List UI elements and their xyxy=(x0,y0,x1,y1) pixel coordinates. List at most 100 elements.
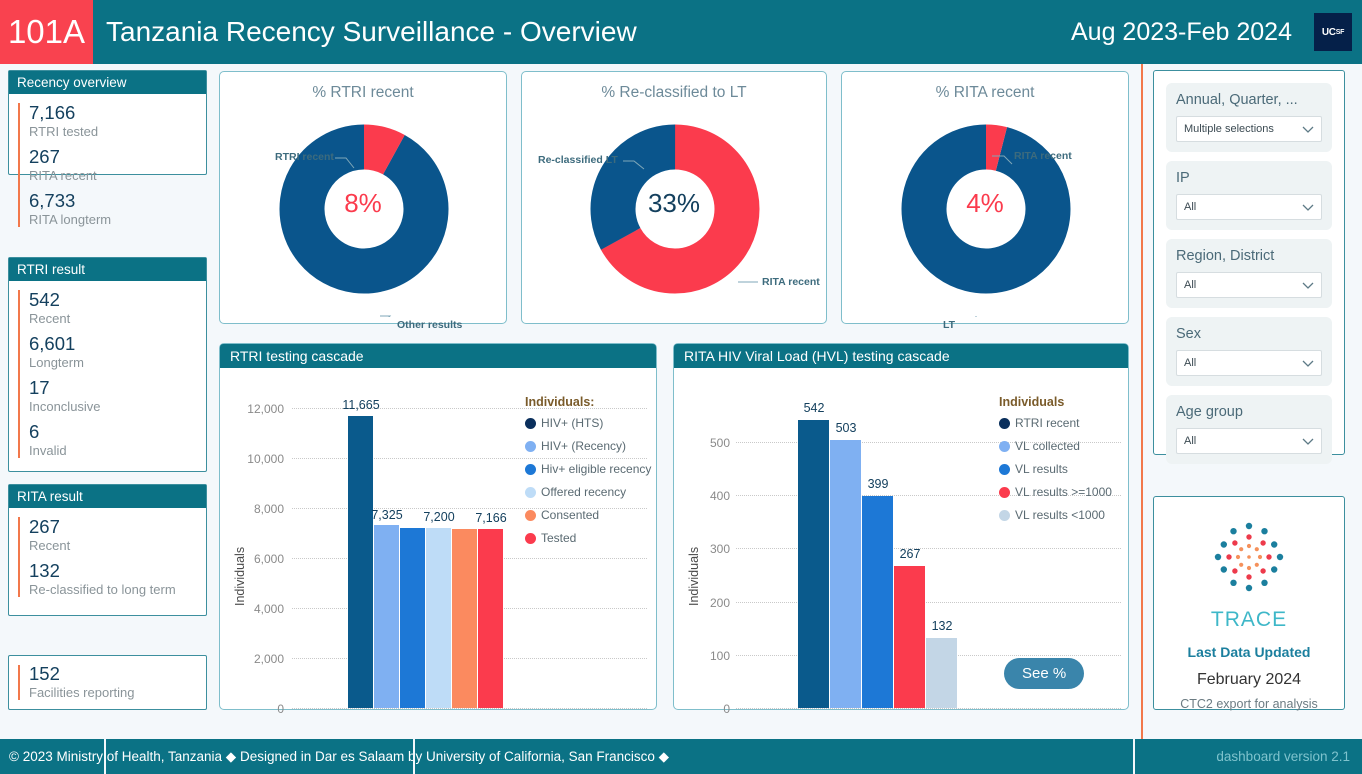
rtri-recent-donut[interactable]: 8% RTRI recent Other results xyxy=(220,102,506,331)
recency-overview-card: Recency overview 7,166 RTRI tested 267 R… xyxy=(8,70,207,227)
pane-divider xyxy=(1141,64,1143,739)
legend-color-swatch xyxy=(525,463,536,475)
legend-label: Offered recency xyxy=(541,485,627,499)
kpi-label: RTRI tested xyxy=(29,124,99,139)
app-footer: © 2023 Ministry of Health, Tanzania ◆ De… xyxy=(0,739,1362,774)
bar-value-label: 132 xyxy=(931,619,953,633)
kpi-value: 132 xyxy=(29,560,60,581)
callout-label-rita-recent: RITA recent xyxy=(1014,150,1072,162)
kpi-label: Longterm xyxy=(29,355,84,370)
kpi-item: 267 Recent xyxy=(19,516,206,554)
bar-hiv-eligible-recency[interactable] xyxy=(400,528,425,708)
kpi-value: 267 xyxy=(29,146,60,167)
bar-vl-results-lt-1000[interactable] xyxy=(926,638,957,708)
filter-label: Sex xyxy=(1176,326,1201,342)
legend-item[interactable]: VL results >=1000 xyxy=(999,485,1112,499)
callout-label-other-results: Other results xyxy=(397,319,463,331)
trace-starburst-logo-icon xyxy=(1214,522,1284,592)
rtri-cascade-chart[interactable]: Individuals 12,000 10,000 8,000 6,000 4,… xyxy=(220,368,656,716)
page-code-badge: 101A xyxy=(0,0,93,64)
kpi-label: RITA recent xyxy=(29,168,97,183)
legend-color-swatch xyxy=(525,509,536,521)
legend-item[interactable]: RTRI recent xyxy=(999,416,1112,430)
kpi-item: 132 Re-classified to long term xyxy=(19,560,206,598)
bar-vl-results[interactable] xyxy=(862,496,893,708)
bar-vl-results-gte-1000[interactable] xyxy=(894,566,925,708)
legend-item[interactable]: Offered recency xyxy=(525,485,651,499)
legend-item[interactable]: HIV+ (Recency) xyxy=(525,439,651,453)
bar-consented[interactable] xyxy=(452,529,477,708)
trace-brand-name: TRACE xyxy=(1210,608,1288,631)
rita-hvl-cascade-title: RITA HIV Viral Load (HVL) testing cascad… xyxy=(674,344,1128,368)
legend-color-swatch xyxy=(525,417,536,429)
legend-item[interactable]: Consented xyxy=(525,508,651,522)
page-title: Tanzania Recency Surveillance - Overview xyxy=(106,16,637,47)
legend-item[interactable]: VL results xyxy=(999,462,1112,476)
legend-label: HIV+ (HTS) xyxy=(541,416,604,430)
filter-region-district-select[interactable]: All xyxy=(1176,272,1322,298)
filter-sex-select[interactable]: All xyxy=(1176,350,1322,376)
bar-value-label: 7,166 xyxy=(475,511,507,525)
footer-divider xyxy=(104,739,106,774)
see-percent-button[interactable]: See % xyxy=(1004,658,1085,689)
kpi-value: 152 xyxy=(29,663,60,684)
legend-color-swatch xyxy=(999,486,1010,498)
legend-color-swatch xyxy=(999,463,1010,475)
gridline xyxy=(736,708,1121,709)
bar-value-label: 267 xyxy=(899,547,921,561)
callout-line-other-results xyxy=(379,315,392,327)
legend-item[interactable]: Tested xyxy=(525,531,651,545)
rita-recent-donut[interactable]: 4% RITA recent LT xyxy=(842,102,1128,331)
filter-ip-select[interactable]: All xyxy=(1176,194,1322,220)
legend-color-swatch xyxy=(999,509,1010,521)
reclassified-lt-donut-center-value: 33% xyxy=(647,188,701,218)
rtri-recent-donut-title: % RTRI recent xyxy=(312,84,414,101)
kpi-value: 6 xyxy=(29,421,40,442)
bar-rtri-recent[interactable] xyxy=(798,420,829,708)
data-source-note: CTC2 export for analysis xyxy=(1180,697,1318,711)
filter-age-group-select[interactable]: All xyxy=(1176,428,1322,454)
filter-value: Multiple selections xyxy=(1184,123,1274,135)
filter-label: Region, District xyxy=(1176,248,1275,264)
last-data-updated-value: February 2024 xyxy=(1196,671,1302,688)
legend-item[interactable]: VL results <1000 xyxy=(999,508,1112,522)
filter-value: All xyxy=(1184,279,1197,291)
kpi-label: Recent xyxy=(29,311,71,326)
bar-offered-recency[interactable] xyxy=(426,528,451,708)
reporting-period: Aug 2023-Feb 2024 xyxy=(1070,17,1292,46)
callout-label-rtri-recent: RTRI recent xyxy=(275,151,334,163)
kpi-item: 542 Recent xyxy=(19,289,206,327)
rtri-testing-cascade-panel: RTRI testing cascade Individuals 12,000 … xyxy=(219,343,657,716)
filter-sex: Sex All xyxy=(1166,317,1332,386)
filter-label: Annual, Quarter, ... xyxy=(1176,92,1298,108)
rtri-result-card: RTRI result 542 Recent 6,601 Longterm 17… xyxy=(8,257,207,472)
legend-item[interactable]: Hiv+ eligible recency xyxy=(525,462,651,476)
filter-period-select[interactable]: Multiple selections xyxy=(1176,116,1322,142)
legend-item[interactable]: HIV+ (HTS) xyxy=(525,416,651,430)
rita-hvl-cascade-chart[interactable]: Individuals 500 400 300 200 100 0 542 50… xyxy=(674,368,1128,716)
bar-tested[interactable] xyxy=(478,529,503,708)
legend-label: VL results xyxy=(1015,462,1068,476)
rita-recent-donut-title: % RITA recent xyxy=(935,84,1035,101)
dashboard-root: 101A Tanzania Recency Surveillance - Ove… xyxy=(0,0,1362,774)
legend-title: Individuals: xyxy=(525,395,595,409)
filter-pane: Annual, Quarter, ... Multiple selections… xyxy=(1153,70,1345,464)
bar-hiv-recency[interactable] xyxy=(374,525,399,708)
legend-label: Tested xyxy=(541,531,577,545)
rtri-recent-donut-center-value: 8% xyxy=(344,188,382,218)
recency-overview-body: 7,166 RTRI tested 267 RITA recent 6,733 … xyxy=(9,94,206,236)
reclassified-lt-donut-title: % Re-classified to LT xyxy=(601,84,747,101)
bar-hiv-hts[interactable] xyxy=(348,416,373,708)
kpi-label: Facilities reporting xyxy=(29,685,135,700)
filter-period: Annual, Quarter, ... Multiple selections xyxy=(1166,83,1332,152)
kpi-item: 267 RITA recent xyxy=(19,146,206,184)
facilities-reporting-card: 152 Facilities reporting xyxy=(8,655,207,710)
legend-item[interactable]: VL collected xyxy=(999,439,1112,453)
legend-label: Hiv+ eligible recency xyxy=(541,462,652,476)
legend-label: VL collected xyxy=(1015,439,1080,453)
legend-title: Individuals xyxy=(999,395,1065,409)
reclassified-lt-donut[interactable]: 33% Re-classified LT RITA recent xyxy=(522,102,826,317)
trace-brand-card: TRACE Last Data Updated February 2024 CT… xyxy=(1153,496,1345,711)
gridline xyxy=(292,708,647,709)
rita-result-card: RITA result 267 Recent 132 Re-classified… xyxy=(8,484,207,616)
